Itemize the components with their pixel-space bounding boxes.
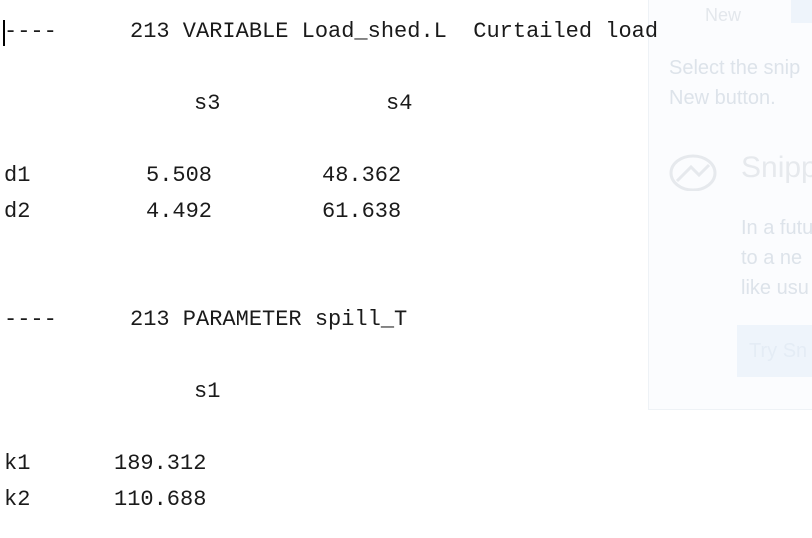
cell-k2-s1: 110.688 [114, 487, 207, 512]
row-label-d1: d1 [4, 163, 31, 188]
row-label-k1: k1 [4, 451, 31, 476]
cell-d2-s3: 4.492 [146, 199, 213, 224]
block1-dashes: ---- [4, 19, 57, 44]
block2-header: 213 PARAMETER spill_T [130, 307, 408, 332]
block1-col-s3: s3 [194, 91, 221, 116]
cell-d1-s3: 5.508 [146, 163, 213, 188]
cell-d1-s4: 48.362 [322, 163, 402, 188]
cell-d2-s4: 61.638 [322, 199, 402, 224]
row-label-d2: d2 [4, 199, 31, 224]
cell-k1-s1: 189.312 [114, 451, 207, 476]
block1-header: 213 VARIABLE Load_shed.L Curtailed load [130, 19, 659, 44]
block2-col-s1: s1 [194, 379, 221, 404]
listing-output: ---- 213 VARIABLE Load_shed.L Curtailed … [0, 0, 812, 538]
block2-dashes: ---- [4, 307, 57, 332]
row-label-k2: k2 [4, 487, 31, 512]
block1-col-s4: s4 [386, 91, 413, 116]
